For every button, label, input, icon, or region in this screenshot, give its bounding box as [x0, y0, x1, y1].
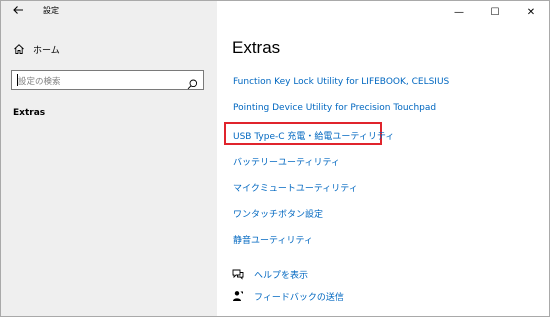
link-one-touch-button[interactable]: ワンタッチボタン設定	[233, 207, 323, 220]
help-label: ヘルプを表示	[254, 270, 309, 281]
link-battery-utility[interactable]: バッテリーユーティリティ	[233, 155, 340, 168]
feedback-link[interactable]: フィードバックの送信	[232, 289, 344, 303]
page-title: Extras	[232, 38, 281, 57]
link-pointing-device[interactable]: Pointing Device Utility for Precision To…	[233, 103, 436, 113]
sidebar-item-home[interactable]: ホーム	[13, 42, 60, 56]
link-function-key-lock[interactable]: Function Key Lock Utility for LIFEBOOK, …	[233, 77, 449, 87]
link-mic-mute-utility[interactable]: マイクミュートユーティリティ	[233, 181, 358, 194]
feedback-person-icon	[232, 290, 244, 302]
link-silent-utility[interactable]: 静音ユーティリティ	[233, 233, 313, 246]
search-input[interactable]: 設定の検索	[11, 70, 204, 90]
search-icon[interactable]	[187, 75, 198, 90]
settings-window: 設定 ホーム 設定の検索 Extras — ☐ ✕ Extras Functio…	[0, 0, 550, 317]
sidebar-item-label: ホーム	[33, 45, 60, 56]
close-button[interactable]: ✕	[513, 1, 549, 23]
maximize-button[interactable]: ☐	[477, 1, 513, 23]
minimize-button[interactable]: —	[441, 1, 477, 23]
help-chat-icon	[232, 268, 244, 280]
search-placeholder: 設定の検索	[18, 77, 61, 87]
sidebar-item-extras[interactable]: Extras	[13, 108, 45, 118]
window-title: 設定	[43, 6, 59, 15]
feedback-label: フィードバックの送信	[254, 292, 344, 303]
sidebar: 設定 ホーム 設定の検索 Extras	[1, 1, 217, 316]
link-usb-type-c[interactable]: USB Type-C 充電・給電ユーティリティ	[233, 129, 394, 142]
home-icon	[13, 43, 25, 55]
back-arrow-icon[interactable]	[11, 4, 25, 18]
window-controls: — ☐ ✕	[441, 1, 549, 23]
help-link[interactable]: ヘルプを表示	[232, 267, 308, 281]
